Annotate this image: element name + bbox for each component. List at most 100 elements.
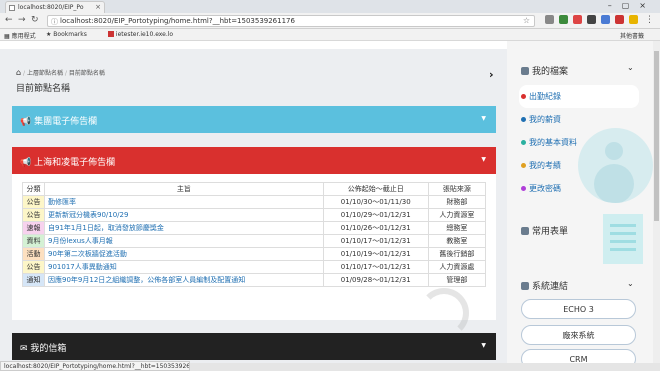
bullet-icon [521,186,526,191]
table-row: 公告 更新新冠分機表90/10/29 01/10/29～01/12/31 人力資源室 [22,208,487,222]
publish-date-range: 01/10/17～01/12/31 [322,260,429,274]
category-badge: 公告 [22,195,45,209]
bullet-icon [521,117,526,122]
category-badge: 活動 [22,247,45,261]
sidebar-item-label: 出勤紀錄 [529,92,561,101]
chevron-down-icon[interactable]: ⌄ [627,63,634,72]
info-icon: ⓘ [51,18,58,26]
extension-icon[interactable] [615,15,624,24]
post-source: 人力資源室 [427,208,487,222]
ietester-bookmark[interactable]: ietester.ie10.exe.lo [108,31,173,38]
breadcrumb-parent[interactable]: 上層節點名稱 [27,70,63,77]
chevron-right-icon[interactable]: › [489,68,494,81]
links-title[interactable]: 系統連結 [521,279,568,292]
page-viewport: ⌂ / 上層節點名稱 / 目前節點名稱 目前節點名稱 › 📢 集團電子佈告欄 ▼… [0,41,660,363]
bookmarks-bar: ▦ 應用程式 ★ Bookmarks ietester.ie10.exe.lo … [0,29,660,41]
bullet-icon [521,94,526,99]
scrollbar-thumb[interactable] [654,51,659,221]
table-row: 速報 自91年1月1日起，取消發放節慶獎金 01/10/26～01/12/31 總務室 [22,221,487,235]
back-icon[interactable]: ← [5,15,13,25]
subject-link[interactable]: 勤修匯率 [44,195,324,209]
column-header: 分類 [22,182,45,196]
category-badge: 通知 [22,273,45,287]
forms-title[interactable]: 常用表單 [521,224,568,237]
sidebar-item-label: 我的基本資料 [529,138,577,147]
category-badge: 公告 [22,208,45,222]
subject-link[interactable]: 90年第二次板牆促進活動 [44,247,324,261]
publish-date-range: 01/10/30～01/11/30 [322,195,429,209]
caret-down-icon[interactable]: ▼ [481,342,486,349]
table-row: 通知 因應90年9月12日之組織調整，公佈各部室人員編制及配置通知 01/09/28… [22,273,487,287]
extension-icon[interactable] [559,15,568,24]
other-bookmarks[interactable]: 其他書籤 [620,31,644,40]
mail-icon: ✉ [20,344,28,354]
column-header: 張貼來源 [427,182,487,196]
tab-close-icon[interactable]: × [95,3,101,11]
table-row: 公告 勤修匯率 01/10/30～01/11/30 財務部 [22,195,487,209]
subject-link[interactable]: 更新新冠分機表90/10/29 [44,208,324,222]
browser-tab[interactable]: localhost:8020/EIP_Po × [5,1,105,13]
form-icon [521,227,529,235]
extension-icon[interactable] [545,15,554,24]
table-row: 公告 901017人事異動通知 01/10/17～01/12/31 人力資源處 [22,260,487,274]
page-favicon-icon [9,5,15,11]
extension-icon[interactable] [573,15,582,24]
bulletin-table: 分類 主旨 公佈起始～截止日 張貼來源 公告 勤修匯率 01/10/30～01/11… [22,182,487,287]
publish-date-range: 01/09/28～01/12/31 [322,273,429,287]
subject-link[interactable]: 因應90年9月12日之組織調整，公佈各部室人員編制及配置通知 [44,273,324,287]
address-bar-url: localhost:8020/EIP_Portotyping/home.html… [60,17,295,25]
post-source: 人力資源處 [427,260,487,274]
post-source: 總務室 [427,221,487,235]
forward-icon[interactable]: → [18,15,26,25]
reload-icon[interactable]: ↻ [31,15,39,25]
main-content: ⌂ / 上層節點名稱 / 目前節點名稱 目前節點名稱 › 📢 集團電子佈告欄 ▼… [0,41,507,363]
table-row: 活動 90年第二次板牆促進活動 01/10/19～01/12/31 舊後行銷部 [22,247,487,261]
category-badge: 速報 [22,221,45,235]
post-source: 財務部 [427,195,487,209]
publish-date-range: 01/10/17～01/12/31 [322,234,429,248]
group-bulletin-title: 集團電子佈告欄 [34,117,98,127]
subject-link[interactable]: 901017人事異動通知 [44,260,324,274]
bullet-icon [521,140,526,145]
sidebar-item-label: 我的薪資 [529,115,561,124]
document-decoration-icon [603,214,643,264]
extension-icon[interactable] [601,15,610,24]
megaphone-icon: 📢 [20,158,32,168]
link-button-crm[interactable]: CRM [521,349,636,363]
bookmarks-folder[interactable]: ★ Bookmarks [46,31,87,38]
user-icon [521,67,529,75]
megaphone-icon: 📢 [20,117,32,127]
apps-bookmark[interactable]: ▦ 應用程式 [4,31,36,40]
breadcrumb: ⌂ / 上層節點名稱 / 目前節點名稱 [16,68,105,77]
bookmark-label: ietester.ie10.exe.lo [115,31,174,38]
column-header: 公佈起始～截止日 [322,182,429,196]
post-source: 舊後行銷部 [427,247,487,261]
extension-icon[interactable] [587,15,596,24]
my-files-title[interactable]: 我的檔案 [521,64,568,77]
page-header-strip [0,41,507,49]
link-button-vendor[interactable]: 廠來系統 [521,325,636,345]
home-icon[interactable]: ⌂ [16,68,21,77]
window-controls[interactable]: –▢× [608,1,656,10]
extension-icon[interactable] [629,15,638,24]
link-button-echo3[interactable]: ECHO 3 [521,299,636,319]
post-source: 教務室 [427,234,487,248]
bookmark-star-icon[interactable]: ☆ [523,16,530,25]
shanghai-bulletin-header[interactable]: 📢 上海和凌電子佈告欄 ▼ [12,147,496,174]
mailbox-title: 我的信箱 [30,344,67,354]
mailbox-header[interactable]: ✉ 我的信箱 ▼ [12,333,496,360]
sidebar-item-label: 我的考績 [529,161,561,170]
group-bulletin-header[interactable]: 📢 集團電子佈告欄 ▼ [12,106,496,133]
subject-link[interactable]: 9月份lexus人事月報 [44,234,324,248]
caret-down-icon[interactable]: ▼ [481,115,486,122]
chevron-down-icon[interactable]: ⌄ [627,279,634,288]
bookmark-label: Bookmarks [53,31,87,38]
forms-label: 常用表單 [532,227,569,237]
menu-icon[interactable]: ⋮ [645,15,654,25]
subject-link[interactable]: 自91年1月1日起，取消發放節慶獎金 [44,221,324,235]
column-header: 主旨 [44,182,324,196]
browser-tab-title: localhost:8020/EIP_Po [18,4,84,11]
address-bar[interactable]: ⓘ localhost:8020/EIP_Portotyping/home.ht… [47,15,535,27]
caret-down-icon[interactable]: ▼ [481,156,486,163]
sidebar-item[interactable]: 出勤紀錄 [519,85,639,108]
